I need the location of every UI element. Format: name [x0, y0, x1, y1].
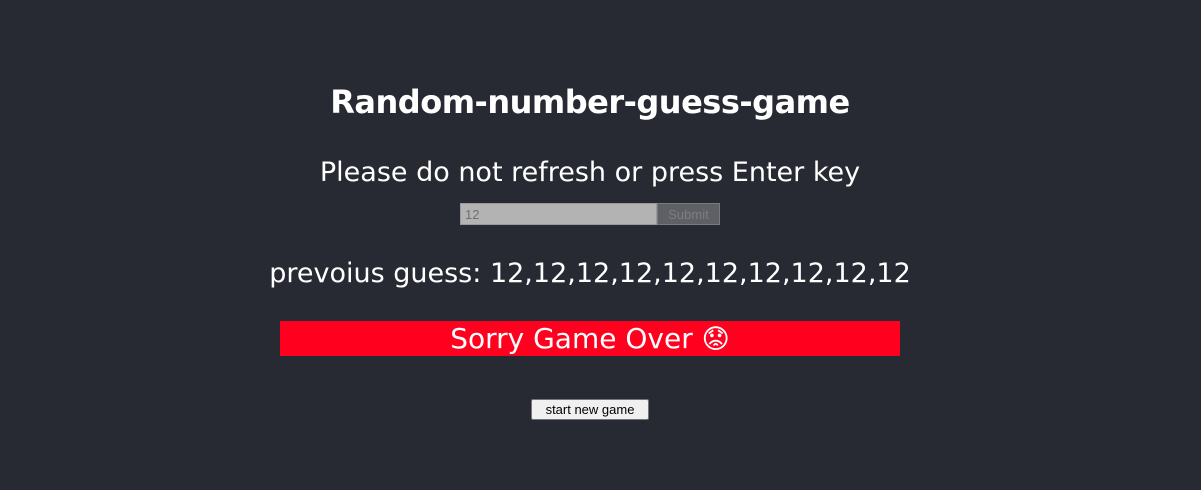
instruction-text: Please do not refresh or press Enter key [319, 157, 861, 188]
submit-button[interactable]: Submit [657, 203, 720, 225]
game-over-banner: Sorry Game Over 😟 [280, 321, 900, 356]
previous-guess-label: prevoius guess: [269, 258, 482, 289]
previous-guesses: prevoius guess: 12,12,12,12,12,12,12,12,… [0, 256, 1180, 292]
page-title: Random-number-guess-game [330, 83, 850, 121]
worried-face-icon: 😟 [701, 324, 730, 355]
previous-guess-values: 12,12,12,12,12,12,12,12,12,12 [489, 258, 911, 289]
game-over-text: Sorry Game Over [450, 322, 693, 355]
start-new-game-button[interactable]: start new game [531, 399, 649, 420]
guess-form: Submit [460, 203, 722, 225]
guess-input[interactable] [460, 203, 657, 225]
